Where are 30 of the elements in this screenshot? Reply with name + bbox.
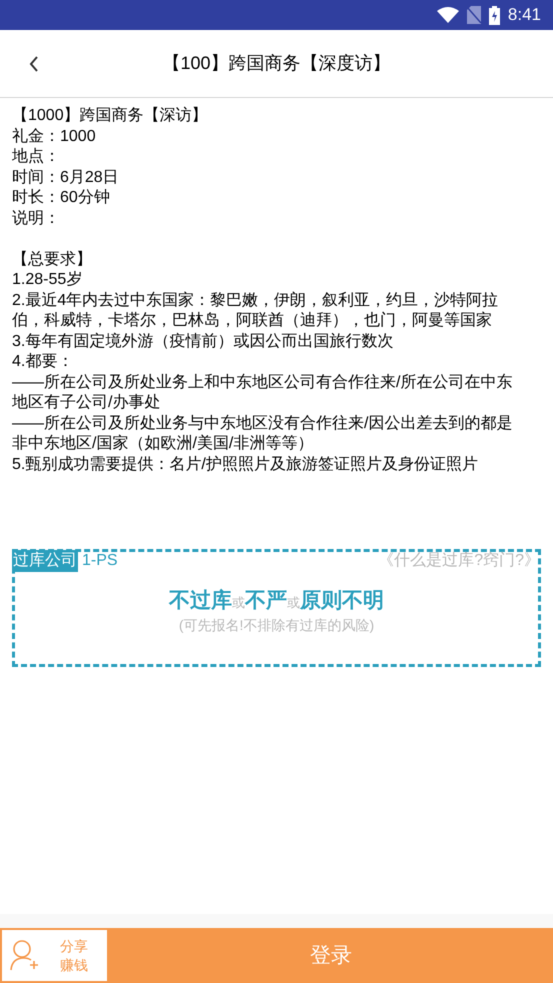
page-title: 【100】跨国商务【深度访】 bbox=[162, 52, 391, 75]
company-code: 1-PS bbox=[82, 551, 118, 571]
requirement-line: 2.最近4年内去过中东国家：黎巴嫩，伊朗，叙利亚，约旦，沙特阿拉伯，科威特，卡塔尔，巴林岛，阿联酋（迪拜），也门，阿曼等国家 bbox=[12, 290, 500, 331]
requirement-line: 4.都要： bbox=[12, 352, 74, 372]
battery-charging-icon bbox=[488, 6, 500, 24]
requirement-line: ——所在公司及所处业务与中东地区没有合作往来/因公出差去到的都是非中东地区/国家（如欧洲/美国/非洲等等） bbox=[12, 414, 514, 454]
requirement-line: 5.甄别成功需要提供：名片/护照照片及旅游签证照片及身份证照片 bbox=[12, 454, 479, 474]
wifi-icon bbox=[436, 7, 459, 23]
status-time: 8:41 bbox=[508, 4, 541, 26]
detail-line: 时间：6月28日 bbox=[12, 168, 120, 188]
detail-line: 礼金：1000 bbox=[12, 126, 97, 146]
back-icon bbox=[29, 56, 39, 72]
requirement-line: 3.每年有固定境外游（疫情前）或因公而出国旅行数次 bbox=[12, 332, 394, 352]
company-tag: 过库公司 bbox=[12, 550, 78, 572]
requirement-line: 【总要求】 bbox=[12, 250, 93, 270]
risk-note: (可先报名!不排除有过库的风险) bbox=[178, 616, 374, 632]
share-label: 赚钱 bbox=[60, 956, 88, 974]
detail-line: 说明： bbox=[12, 208, 61, 228]
detail-line: 【1000】跨国商务【深访】 bbox=[12, 106, 209, 126]
help-link[interactable]: 《什么是过库?窍门?》 bbox=[378, 549, 540, 573]
verdict-text: 不过库或不严或原则不明 bbox=[169, 588, 384, 614]
share-label: 分享 bbox=[60, 936, 88, 956]
add-user-icon bbox=[10, 940, 38, 972]
detail-line: 时长：60分钟 bbox=[12, 188, 111, 208]
requirement-line: ——所在公司及所处业务上和中东地区公司有合作往来/所在公司在中东地区有子公司/办事处 bbox=[12, 372, 514, 413]
detail-line: 地点： bbox=[12, 147, 61, 167]
requirement-line: 1.28-55岁 bbox=[12, 270, 84, 290]
no-sim-icon bbox=[466, 6, 481, 24]
share-button[interactable]: 分享 赚钱 bbox=[2, 930, 107, 981]
login-button[interactable]: 登录 bbox=[109, 928, 553, 983]
